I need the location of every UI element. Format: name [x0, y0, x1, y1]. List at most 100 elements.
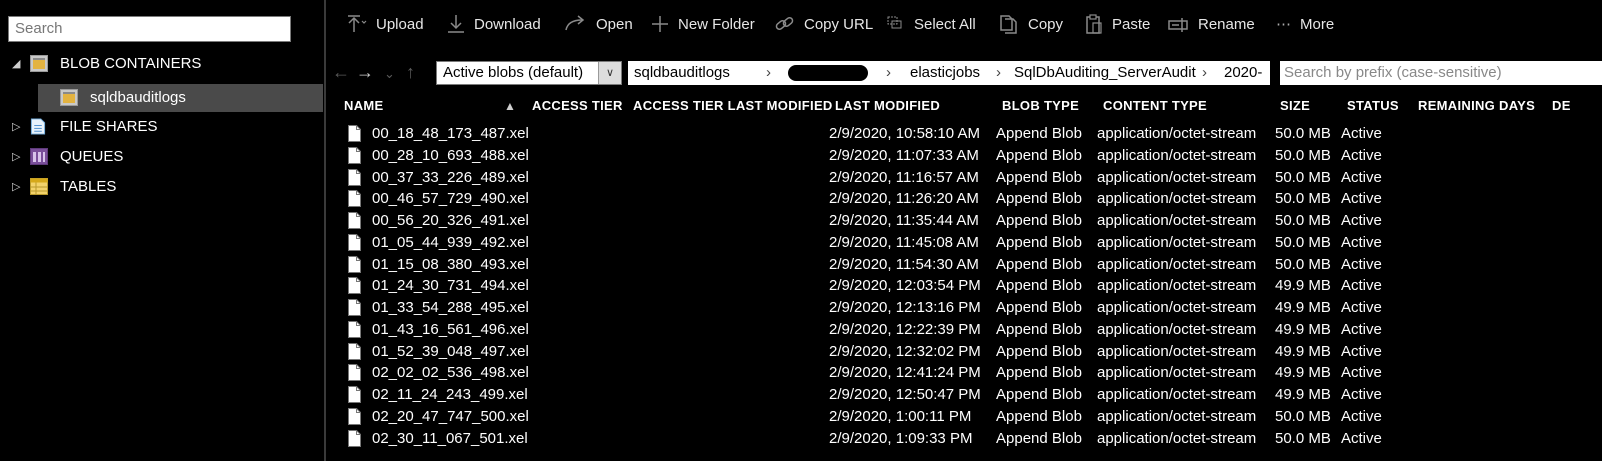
breadcrumb-separator-icon: ›	[886, 64, 891, 81]
size-cell: 50.0 MB	[1275, 212, 1331, 229]
rename-button[interactable]: Rename	[1168, 0, 1255, 48]
table-row[interactable]: 02_30_11_067_501.xel 2/9/2020, 1:09:33 PM…	[326, 428, 1602, 450]
file-name: 00_37_33_226_489.xel	[372, 168, 529, 186]
status-cell: Active	[1341, 125, 1382, 142]
blob-type-cell: Append Blob	[996, 277, 1082, 295]
blob-type-cell: Append Blob	[996, 320, 1082, 338]
back-arrow-icon[interactable]: ←	[332, 62, 350, 83]
table-row[interactable]: 01_05_44_939_492.xel 2/9/2020, 11:45:08 A…	[326, 232, 1602, 254]
status-cell: Active	[1341, 255, 1382, 273]
paste-button[interactable]: Paste	[1084, 0, 1150, 48]
table-row[interactable]: 01_24_30_731_494.xel 2/9/2020, 12:03:54 P…	[326, 275, 1602, 297]
copy-url-button[interactable]: Copy URL	[774, 0, 873, 48]
table-row[interactable]: 00_37_33_226_489.xel 2/9/2020, 11:16:57 A…	[326, 167, 1602, 189]
last-modified-cell: 2/9/2020, 12:22:39 PM	[829, 320, 981, 338]
last-modified-cell: 2/9/2020, 11:45:08 AM	[829, 233, 979, 251]
table-row[interactable]: 00_28_10_693_488.xel 2/9/2020, 11:07:33 A…	[326, 145, 1602, 167]
blob-type-cell: Append Blob	[996, 168, 1082, 186]
tree-item-tables[interactable]: ▷ TABLES	[0, 173, 324, 201]
breadcrumb-separator-icon: ›	[996, 64, 1001, 81]
table-row[interactable]: 00_56_20_326_491.xel 2/9/2020, 11:35:44 A…	[326, 210, 1602, 232]
select-all-button[interactable]: Select All	[886, 0, 976, 48]
size-cell: 49.9 MB	[1275, 277, 1331, 295]
column-header-de[interactable]: DE	[1552, 93, 1571, 119]
file-name: 02_20_47_747_500.xel	[372, 407, 529, 425]
up-arrow-icon[interactable]: ↑	[406, 62, 415, 83]
prefix-search-input[interactable]: Search by prefix (case-sensitive)	[1280, 61, 1602, 85]
breadcrumb-item[interactable]: elasticjobs	[910, 61, 980, 85]
column-header-last-modified[interactable]: LAST MODIFIED	[835, 93, 940, 119]
file-name: 01_15_08_380_493.xel	[372, 255, 529, 273]
table-row[interactable]: 00_18_48_173_487.xel 2/9/2020, 10:58:10 A…	[326, 123, 1602, 145]
table-row[interactable]: 00_46_57_729_490.xel 2/9/2020, 11:26:20 A…	[326, 188, 1602, 210]
content-type-cell: application/octet-stream	[1097, 277, 1257, 295]
expanded-arrow-icon[interactable]: ◢	[12, 50, 24, 78]
new-folder-button[interactable]: New Folder	[650, 0, 755, 48]
breadcrumb-item[interactable]: sqldbauditlogs	[634, 61, 730, 85]
upload-button[interactable]: Upload	[346, 0, 424, 48]
view-filter-select[interactable]: Active blobs (default) ∨	[436, 61, 622, 85]
table-row[interactable]: 02_20_47_747_500.xel 2/9/2020, 1:00:11 PM…	[326, 406, 1602, 428]
content-type-cell: application/octet-stream	[1097, 146, 1257, 164]
forward-arrow-icon[interactable]: →	[356, 62, 374, 83]
paste-icon	[1086, 14, 1102, 34]
status-cell: Active	[1341, 364, 1382, 382]
status-cell: Active	[1341, 212, 1382, 229]
download-icon	[448, 15, 464, 33]
tree-item-sqldbauditlogs[interactable]: sqldbauditlogs	[38, 84, 323, 112]
file-icon	[348, 364, 361, 382]
size-cell: 49.9 MB	[1275, 320, 1331, 338]
column-header-access-tier-last-modified[interactable]: ACCESS TIER LAST MODIFIED	[633, 93, 833, 119]
more-button[interactable]: ⋯ More	[1276, 0, 1334, 48]
column-header-blob-type[interactable]: BLOB TYPE	[1002, 93, 1079, 119]
column-header-status[interactable]: STATUS	[1347, 93, 1399, 119]
copy-url-label: Copy URL	[804, 15, 874, 33]
size-cell: 49.9 MB	[1275, 342, 1331, 360]
table-row[interactable]: 01_33_54_288_495.xel 2/9/2020, 12:13:16 P…	[326, 297, 1602, 319]
file-name: 00_56_20_326_491.xel	[372, 212, 529, 229]
content-type-cell: application/octet-stream	[1097, 168, 1257, 186]
tree-label: QUEUES	[60, 148, 124, 165]
size-cell: 50.0 MB	[1275, 125, 1331, 142]
upload-label: Upload	[376, 15, 424, 33]
tree-item-queues[interactable]: ▷ QUEUES	[0, 143, 324, 171]
table-row[interactable]: 01_15_08_380_493.xel 2/9/2020, 11:54:30 A…	[326, 254, 1602, 276]
status-cell: Active	[1341, 146, 1382, 164]
tree-item-file-shares[interactable]: ▷ FILE SHARES	[0, 113, 324, 141]
column-header-content-type[interactable]: CONTENT TYPE	[1103, 93, 1207, 119]
blob-container-icon	[30, 55, 48, 72]
last-modified-cell: 2/9/2020, 12:32:02 PM	[829, 342, 981, 360]
breadcrumb-item[interactable]: SqlDbAuditing_ServerAudit	[1014, 61, 1196, 85]
file-icon	[348, 386, 361, 403]
breadcrumb[interactable]: sqldbauditlogs › › elasticjobs › SqlDbAu…	[628, 61, 1270, 105]
table-row[interactable]: 02_02_02_536_498.xel 2/9/2020, 12:41:24 P…	[326, 362, 1602, 384]
collapsed-arrow-icon[interactable]: ▷	[12, 113, 24, 141]
file-icon	[348, 168, 361, 186]
table-row[interactable]: 02_11_24_243_499.xel 2/9/2020, 12:50:47 P…	[326, 384, 1602, 406]
chevron-down-icon[interactable]: ∨	[598, 62, 621, 84]
file-icon	[348, 146, 361, 164]
blob-type-cell: Append Blob	[996, 255, 1082, 273]
explorer-search-input[interactable]: Search	[8, 16, 291, 42]
column-header-remaining-days[interactable]: REMAINING DAYS	[1418, 93, 1535, 119]
file-icon	[348, 277, 361, 295]
copy-button[interactable]: Copy	[998, 0, 1063, 48]
collapsed-arrow-icon[interactable]: ▷	[12, 143, 24, 171]
size-cell: 50.0 MB	[1275, 429, 1331, 447]
download-button[interactable]: Download	[446, 0, 541, 48]
status-cell: Active	[1341, 233, 1382, 251]
column-header-name[interactable]: NAME	[344, 93, 383, 119]
content-type-cell: application/octet-stream	[1097, 320, 1257, 338]
open-button[interactable]: Open	[564, 0, 633, 48]
tree-item-blob-containers[interactable]: ◢ BLOB CONTAINERS	[0, 50, 324, 78]
collapsed-arrow-icon[interactable]: ▷	[12, 173, 24, 201]
status-cell: Active	[1341, 386, 1382, 403]
history-dropdown-icon[interactable]: ⌄	[384, 66, 395, 82]
tree-label: BLOB CONTAINERS	[60, 55, 202, 72]
table-row[interactable]: 01_43_16_561_496.xel 2/9/2020, 12:22:39 P…	[326, 319, 1602, 341]
status-cell: Active	[1341, 320, 1382, 338]
column-header-size[interactable]: SIZE	[1280, 93, 1310, 119]
column-header-access-tier[interactable]: ACCESS TIER	[532, 93, 623, 119]
sort-ascending-icon[interactable]: ▲	[504, 93, 516, 119]
table-row[interactable]: 01_52_39_048_497.xel 2/9/2020, 12:32:02 P…	[326, 341, 1602, 363]
